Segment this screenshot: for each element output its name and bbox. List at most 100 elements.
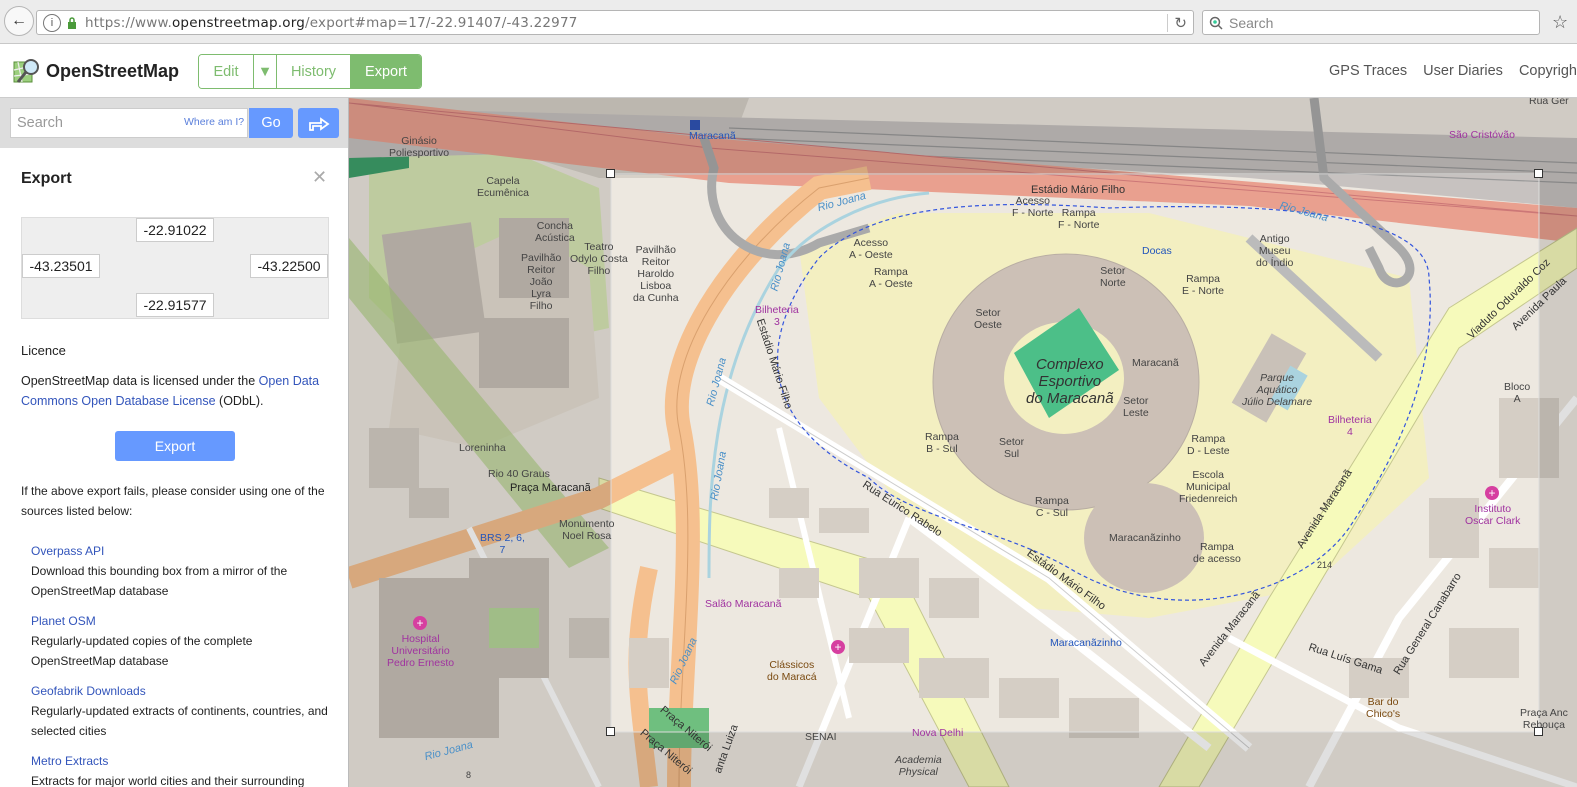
map-label: Nova Delhi xyxy=(912,727,964,739)
geofabrik-link[interactable]: Geofabrik Downloads xyxy=(31,681,331,701)
licence-text: OpenStreetMap data is licensed under the… xyxy=(21,371,329,411)
osm-logo-icon[interactable] xyxy=(12,56,42,86)
map-label: Maracanãzinho xyxy=(1050,637,1122,649)
map-label: Acesso F - Norte xyxy=(1012,195,1054,219)
source-description: Regularly-updated copies of the complete… xyxy=(31,634,253,668)
map-label: Academia Physical xyxy=(895,754,942,778)
map-label: Rampa C - Sul xyxy=(1035,495,1069,519)
clinic-icon: + xyxy=(831,640,845,654)
map-label: Complexo Esportivo do Maracanã xyxy=(1026,356,1114,407)
south-coordinate-field[interactable]: -22.91577 xyxy=(136,293,214,317)
map-label: Setor Oeste xyxy=(974,307,1003,331)
map-label: Instituto Oscar Clark xyxy=(1465,503,1521,527)
map-label: Bilheteria 4 xyxy=(1328,414,1372,438)
url-bar[interactable]: i https://www.openstreetmap.org/export#m… xyxy=(36,10,1194,35)
nav-copyright[interactable]: Copyright xyxy=(1519,63,1577,79)
map-label: Teatro Odylo Costa Filho xyxy=(570,241,628,277)
map-label: Docas xyxy=(1142,245,1172,257)
map-label: Maracanãzinho xyxy=(1109,532,1181,544)
source-description: Extracts for major world cities and thei… xyxy=(31,774,305,787)
info-icon[interactable]: i xyxy=(43,13,61,32)
map-label: Maracanã xyxy=(689,130,736,142)
map-label: Escola Municipal Friedenreich xyxy=(1179,469,1238,505)
search-bar: Search Where am I? Go xyxy=(0,98,348,148)
map-label: Rampa E - Norte xyxy=(1182,273,1225,297)
browser-search-placeholder: Search xyxy=(1229,14,1274,31)
map-label: Hospital Universitário Pedro Ernesto xyxy=(387,633,455,669)
map-label: BRS 2, 6, 7 xyxy=(480,532,525,556)
map-label: Praça Anc Rebouça xyxy=(1520,707,1568,731)
nav-gps-traces[interactable]: GPS Traces xyxy=(1329,63,1407,79)
map-label: Praça Maracanã xyxy=(510,482,591,494)
map-label: Loreninha xyxy=(459,442,506,454)
map-label: Setor Norte xyxy=(1100,265,1126,289)
search-placeholder: Search xyxy=(17,115,63,131)
fallback-text: If the above export fails, please consid… xyxy=(21,484,325,518)
licence-text-pre: OpenStreetMap data is licensed under the xyxy=(21,374,259,388)
where-am-i-link[interactable]: Where am I? xyxy=(184,116,244,128)
north-coordinate-field[interactable]: -22.91022 xyxy=(136,218,214,242)
source-description: Download this bounding box from a mirror… xyxy=(31,564,288,598)
secondary-nav: GPS Traces User Diaries Copyright xyxy=(1329,63,1577,79)
map-label: Rampa B - Sul xyxy=(925,431,959,455)
planet-osm-link[interactable]: Planet OSM xyxy=(31,611,331,631)
reload-icon[interactable]: ↻ xyxy=(1167,14,1187,32)
lock-icon xyxy=(68,16,76,29)
map-label: Rua Ger xyxy=(1529,98,1569,107)
directions-icon[interactable] xyxy=(298,108,339,138)
source-item: Metro Extracts Extracts for major world … xyxy=(31,751,331,787)
map-label: SENAI xyxy=(805,731,837,743)
map-label: Rampa de acesso xyxy=(1193,541,1241,565)
go-button[interactable]: Go xyxy=(249,108,293,138)
browser-toolbar: ← i https://www.openstreetmap.org/export… xyxy=(0,0,1577,44)
edit-history-export-group: Edit ▼ History Export xyxy=(198,54,422,89)
bookmark-star-icon[interactable]: ☆ xyxy=(1552,12,1568,33)
site-header: OpenStreetMap Edit ▼ History Export GPS … xyxy=(0,44,1577,98)
source-item: Overpass API Download this bounding box … xyxy=(31,541,331,601)
source-description: Regularly-updated extracts of continents… xyxy=(31,704,328,738)
url-text: https://www.openstreetmap.org/export#map… xyxy=(85,14,578,31)
back-arrow-icon[interactable]: ← xyxy=(4,6,34,36)
map-label: Rampa D - Leste xyxy=(1187,433,1230,457)
map-canvas[interactable]: + + + Maracanã Ginásio Poliesportivo Cap… xyxy=(349,98,1577,787)
map-label: Rio 40 Graus xyxy=(488,468,550,480)
map-label: Monumento Noel Rosa xyxy=(559,518,615,542)
history-button[interactable]: History xyxy=(277,55,351,88)
map-label: Clássicos do Maracá xyxy=(767,659,817,683)
edit-button[interactable]: Edit xyxy=(199,55,254,88)
train-station-icon xyxy=(690,120,700,130)
map-label: 8 xyxy=(466,770,472,780)
map-label: Acesso A - Oeste xyxy=(849,237,893,261)
map-label: Setor Sul xyxy=(999,436,1025,460)
metro-extracts-link[interactable]: Metro Extracts xyxy=(31,751,331,771)
map-tiles[interactable] xyxy=(349,98,1577,787)
export-tab-button[interactable]: Export xyxy=(351,55,421,88)
close-icon[interactable]: ✕ xyxy=(312,167,327,188)
nav-user-diaries[interactable]: User Diaries xyxy=(1423,63,1503,79)
west-coordinate-field[interactable]: -43.23501 xyxy=(22,254,100,278)
east-coordinate-field[interactable]: -43.22500 xyxy=(250,254,328,278)
map-label: Pavilhão Reitor Haroldo Lisboa da Cunha xyxy=(633,244,679,304)
map-label: Rampa A - Oeste xyxy=(869,266,913,290)
sidebar: Search Where am I? Go Export ✕ -22.91022… xyxy=(0,98,349,787)
map-label: 214 xyxy=(1317,560,1333,570)
hospital-icon: + xyxy=(1485,486,1499,500)
export-button[interactable]: Export xyxy=(115,431,235,461)
map-label: São Cristóvão xyxy=(1449,129,1515,141)
bbox-handle-sw[interactable] xyxy=(606,727,615,736)
licence-text-post: (ODbL). xyxy=(215,394,264,408)
licence-heading: Licence xyxy=(21,343,66,358)
map-label: Salão Maracanã xyxy=(705,598,782,610)
overpass-api-link[interactable]: Overpass API xyxy=(31,541,331,561)
map-label: Concha Acústica xyxy=(535,220,575,244)
bbox-handle-nw[interactable] xyxy=(606,169,615,178)
map-label: Ginásio Poliesportivo xyxy=(389,135,450,159)
chevron-down-icon[interactable]: ▼ xyxy=(254,55,277,88)
map-label: Bar do Chico's xyxy=(1366,696,1401,720)
map-label: Setor Leste xyxy=(1123,395,1149,419)
site-brand[interactable]: OpenStreetMap xyxy=(46,61,179,82)
browser-search-field[interactable]: Search xyxy=(1202,10,1540,35)
source-item: Planet OSM Regularly-updated copies of t… xyxy=(31,611,331,671)
map-label: Parque Aquático Júlio Delamare xyxy=(1242,372,1313,408)
bbox-handle-ne[interactable] xyxy=(1534,169,1543,178)
